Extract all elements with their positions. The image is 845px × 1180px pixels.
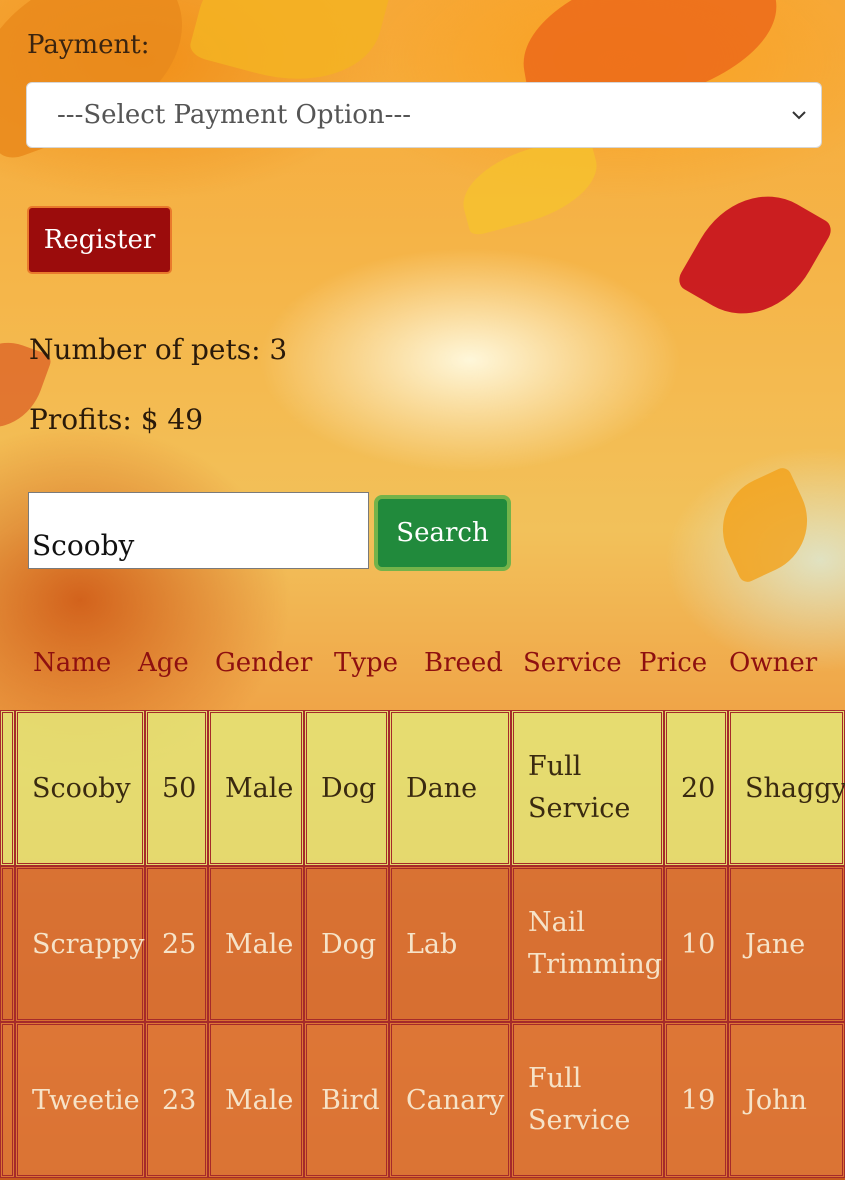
cell-name: Scooby [15, 710, 145, 866]
cell-age: 25 [145, 866, 208, 1022]
pets-count: Number of pets: 3 [29, 333, 288, 366]
page-content: Payment: ---Select Payment Option--- Reg… [0, 0, 845, 1180]
header-service: Service [523, 648, 622, 678]
profits: Profits: $ 49 [29, 403, 204, 436]
cell-price: 20 [664, 710, 728, 866]
cell-owner: John [728, 1022, 845, 1178]
cell-name: Scrappy [15, 866, 145, 1022]
header-age: Age [138, 648, 189, 678]
cell-service: Nail Trimming [511, 866, 664, 1022]
table-cell-edge [0, 866, 15, 1022]
cell-owner: Shaggy [728, 710, 845, 866]
cell-breed: Dane [389, 710, 511, 866]
register-button[interactable]: Register [27, 206, 172, 274]
table-row: Scrappy 25 Male Dog Lab Nail Trimming 10… [0, 866, 845, 1022]
header-type: Type [334, 648, 399, 678]
header-owner: Owner [729, 648, 818, 678]
search-input[interactable] [28, 492, 369, 569]
cell-name: Tweetie [15, 1022, 145, 1178]
header-gender: Gender [215, 648, 313, 678]
table-cell-edge [0, 710, 15, 866]
cell-age: 50 [145, 710, 208, 866]
payment-select-value: ---Select Payment Option--- [57, 100, 412, 130]
cell-gender: Male [208, 866, 304, 1022]
table-row: Scooby 50 Male Dog Dane Full Service 20 … [0, 710, 845, 866]
cell-service: Full Service [511, 1022, 664, 1178]
cell-type: Bird [304, 1022, 389, 1178]
cell-age: 23 [145, 1022, 208, 1178]
table-row: Tweetie 23 Male Bird Canary Full Service… [0, 1022, 845, 1178]
payment-select[interactable]: ---Select Payment Option--- [26, 82, 822, 148]
cell-gender: Male [208, 1022, 304, 1178]
cell-service: Full Service [511, 710, 664, 866]
header-name: Name [33, 648, 112, 678]
table-header: Name Age Gender Type Breed Service Price… [0, 648, 845, 688]
cell-type: Dog [304, 866, 389, 1022]
header-breed: Breed [424, 648, 503, 678]
table-cell-edge [0, 1022, 15, 1178]
header-price: Price [639, 648, 708, 678]
cell-price: 10 [664, 866, 728, 1022]
cell-breed: Lab [389, 866, 511, 1022]
chevron-down-icon [792, 111, 806, 120]
cell-type: Dog [304, 710, 389, 866]
search-button[interactable]: Search [374, 495, 511, 571]
cell-gender: Male [208, 710, 304, 866]
payment-label: Payment: [27, 30, 150, 60]
cell-owner: Jane [728, 866, 845, 1022]
cell-breed: Canary [389, 1022, 511, 1178]
cell-price: 19 [664, 1022, 728, 1178]
